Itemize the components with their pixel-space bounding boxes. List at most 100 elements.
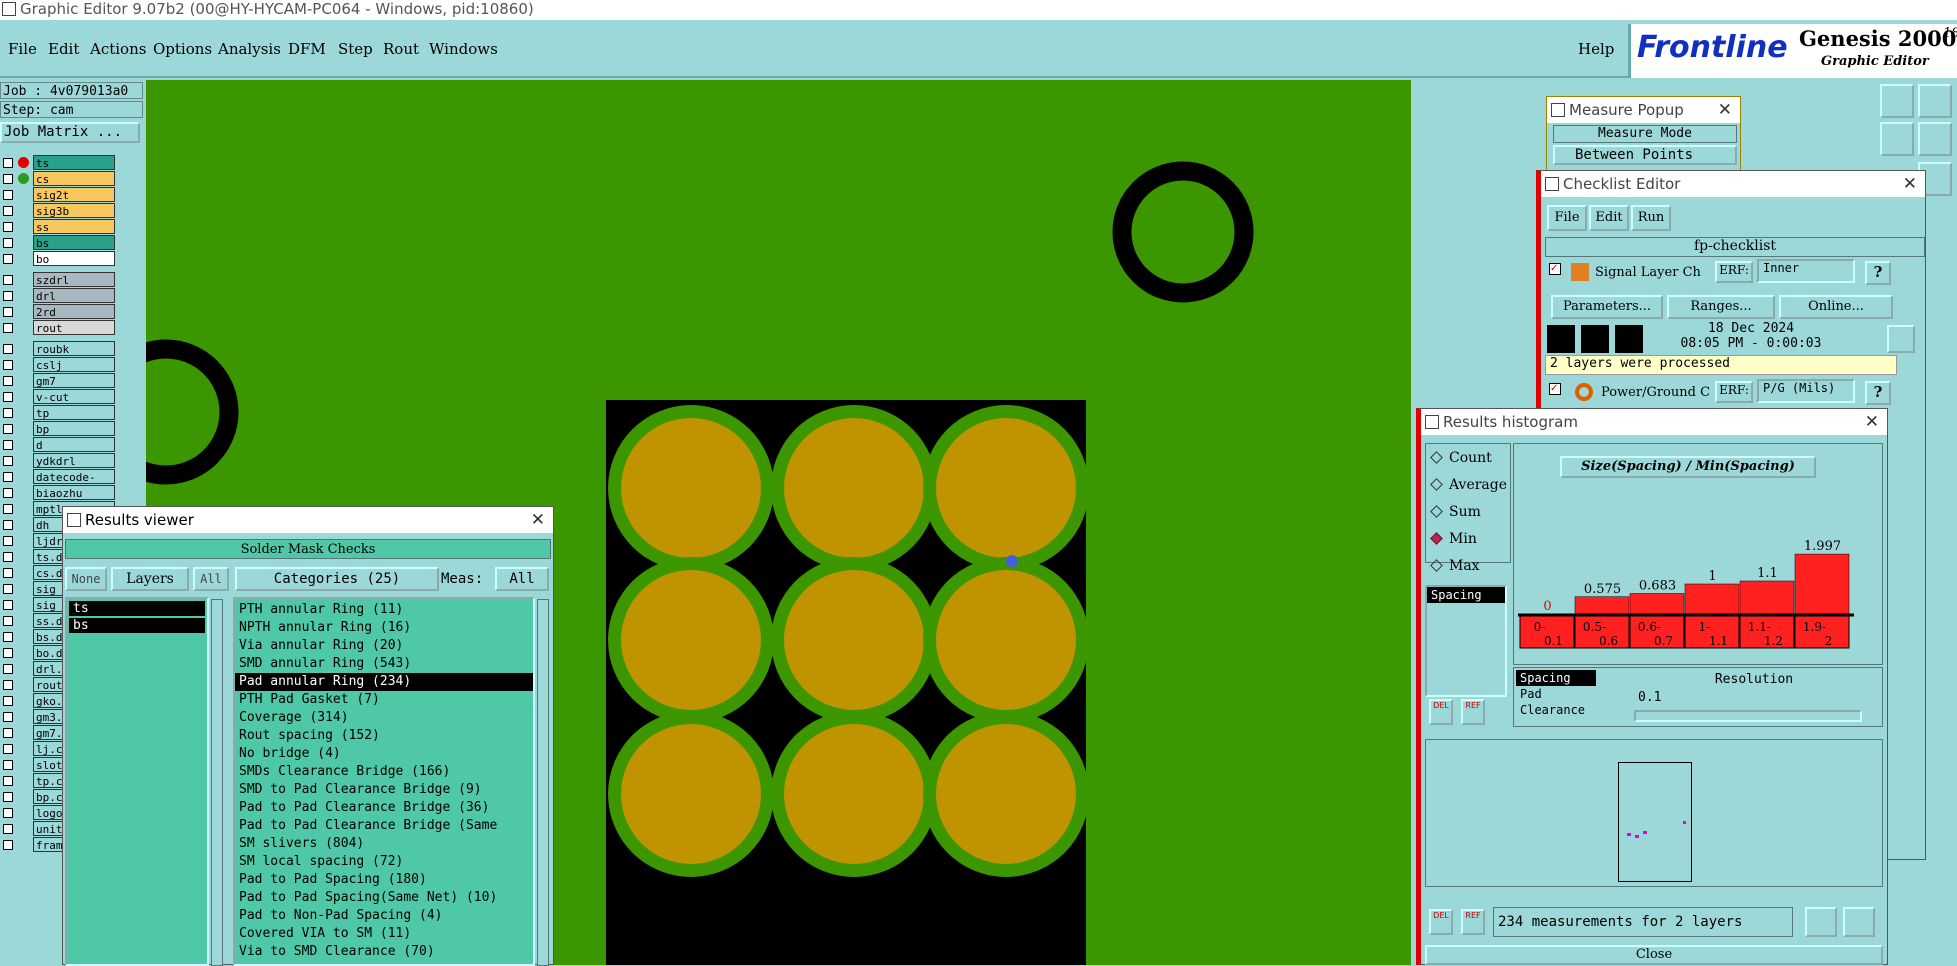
- pad[interactable]: [936, 724, 1076, 864]
- layer-checkbox[interactable]: [3, 600, 13, 610]
- category-item[interactable]: SM slivers (804): [235, 835, 533, 853]
- pad[interactable]: [784, 418, 924, 558]
- category-item[interactable]: NPTH annular Ring (16): [235, 619, 533, 637]
- category-item[interactable]: Via annular Ring (20): [235, 637, 533, 655]
- layer-row[interactable]: sig2t: [0, 187, 116, 202]
- layer-checkbox[interactable]: [3, 291, 13, 301]
- layer-checkbox[interactable]: [3, 584, 13, 594]
- item-help-button[interactable]: ?: [1865, 261, 1891, 285]
- layer-name[interactable]: ydkdrl: [33, 453, 115, 468]
- category-item[interactable]: SMDs Clearance Bridge (166): [235, 763, 533, 781]
- pad[interactable]: [936, 418, 1076, 558]
- checklist-item-powerground[interactable]: ✓ Power/Ground C ERF: P/G (Mils) ?: [1545, 379, 1925, 407]
- online-button[interactable]: Online...: [1779, 295, 1893, 319]
- ref-button[interactable]: REF: [1461, 909, 1485, 935]
- layer-name[interactable]: v-cut: [33, 389, 115, 404]
- layer-name[interactable]: d: [33, 437, 115, 452]
- layer-name[interactable]: datecode-pbc: [33, 469, 115, 499]
- category-list[interactable]: PTH annular Ring (11) NPTH annular Ring (…: [233, 597, 535, 966]
- left-list[interactable]: Spacing: [1425, 585, 1507, 697]
- layer-checkbox[interactable]: [3, 323, 13, 333]
- mode-option-count[interactable]: Count: [1430, 450, 1492, 466]
- mode-option-max[interactable]: Max: [1430, 558, 1480, 574]
- tool-button[interactable]: [1918, 122, 1952, 156]
- layer-name[interactable]: sig3b: [33, 203, 115, 218]
- layer-checkbox[interactable]: [3, 344, 13, 354]
- mode-option-average[interactable]: Average: [1430, 477, 1507, 493]
- layer-name[interactable]: bs: [33, 235, 115, 250]
- histogram-bar[interactable]: [1574, 596, 1630, 615]
- layer-checkbox[interactable]: [3, 712, 13, 722]
- close-icon[interactable]: ✕: [1903, 171, 1917, 197]
- ranges-button[interactable]: Ranges...: [1667, 295, 1775, 319]
- category-item[interactable]: Pad to Pad Clearance Bridge (36): [235, 799, 533, 817]
- pad[interactable]: [784, 570, 924, 710]
- menu-actions[interactable]: Actions: [90, 40, 146, 58]
- layer-result-item[interactable]: bs: [69, 618, 205, 633]
- category-item[interactable]: No bridge (4): [235, 745, 533, 763]
- layer-checkbox[interactable]: [3, 238, 13, 248]
- measure-list[interactable]: Spacing Pad Clearance: [1516, 670, 1606, 724]
- layer-name[interactable]: ts: [33, 155, 115, 170]
- layer-name[interactable]: roubk: [33, 341, 115, 356]
- layer-checkbox[interactable]: [3, 520, 13, 530]
- layer-checkbox[interactable]: [3, 824, 13, 834]
- pad[interactable]: [621, 724, 761, 864]
- close-icon[interactable]: ✕: [531, 507, 545, 533]
- layer-row[interactable]: d: [0, 437, 116, 452]
- layer-checkbox[interactable]: [3, 792, 13, 802]
- layer-name[interactable]: ss: [33, 219, 115, 234]
- tool-button[interactable]: [1880, 122, 1914, 156]
- layer-checkbox[interactable]: [3, 760, 13, 770]
- run-icon[interactable]: [1547, 325, 1575, 353]
- pad[interactable]: [621, 570, 761, 710]
- menu-file[interactable]: File: [8, 40, 37, 58]
- layer-result-list[interactable]: ts bs: [65, 597, 209, 966]
- layer-checkbox[interactable]: [3, 664, 13, 674]
- histogram-bar[interactable]: [1684, 583, 1740, 615]
- layer-row[interactable]: 2rd: [0, 304, 116, 319]
- menu-analysis[interactable]: Analysis: [218, 40, 281, 58]
- category-item[interactable]: Pad to Pad Spacing (180): [235, 871, 533, 889]
- layer-name[interactable]: tp: [33, 405, 115, 420]
- zoom-icon[interactable]: [1887, 325, 1915, 353]
- menu-help[interactable]: Help: [1578, 40, 1614, 58]
- layer-row[interactable]: ydkdrl: [0, 453, 116, 468]
- layer-checkbox[interactable]: [3, 307, 13, 317]
- layer-row[interactable]: datecode-pbc: [0, 469, 116, 499]
- layer-checkbox[interactable]: [3, 552, 13, 562]
- layer-checkbox[interactable]: [3, 222, 13, 232]
- window-icon-button[interactable]: [1805, 907, 1837, 937]
- layer-name[interactable]: 2rd: [33, 304, 115, 319]
- layer-checkbox[interactable]: [3, 616, 13, 626]
- erf-value[interactable]: P/G (Mils): [1757, 379, 1855, 403]
- layer-checkbox[interactable]: [3, 376, 13, 386]
- category-item[interactable]: PTH Pad Gasket (7): [235, 691, 533, 709]
- layer-scrollbar[interactable]: [211, 599, 223, 966]
- layer-result-item[interactable]: ts: [69, 601, 205, 616]
- menu-windows[interactable]: Windows: [429, 40, 498, 58]
- layer-row[interactable]: tp: [0, 405, 116, 420]
- layer-row[interactable]: bo: [0, 251, 116, 266]
- layer-name[interactable]: sig2t: [33, 187, 115, 202]
- layer-checkbox[interactable]: [3, 840, 13, 850]
- tool-button[interactable]: [1918, 84, 1952, 118]
- layer-checkbox[interactable]: [3, 174, 13, 184]
- none-button[interactable]: None: [65, 567, 107, 591]
- layer-checkbox[interactable]: [3, 275, 13, 285]
- layer-row[interactable]: rout: [0, 320, 116, 335]
- histogram-bar[interactable]: [1794, 553, 1850, 615]
- layer-checkbox[interactable]: [3, 190, 13, 200]
- job-matrix-button[interactable]: Job Matrix ...: [0, 122, 140, 143]
- layer-name[interactable]: szdrl: [33, 272, 115, 287]
- close-icon[interactable]: ✕: [1718, 97, 1732, 123]
- run-icon[interactable]: [1615, 325, 1643, 353]
- layer-checkbox[interactable]: [3, 776, 13, 786]
- category-item[interactable]: SM local spacing (72): [235, 853, 533, 871]
- close-icon[interactable]: ✕: [1865, 409, 1879, 435]
- category-item[interactable]: Pad annular Ring (234): [235, 673, 533, 691]
- layer-checkbox[interactable]: [3, 808, 13, 818]
- pad[interactable]: [784, 724, 924, 864]
- menu-edit[interactable]: Edit: [48, 40, 79, 58]
- left-list-item[interactable]: Spacing: [1427, 587, 1505, 603]
